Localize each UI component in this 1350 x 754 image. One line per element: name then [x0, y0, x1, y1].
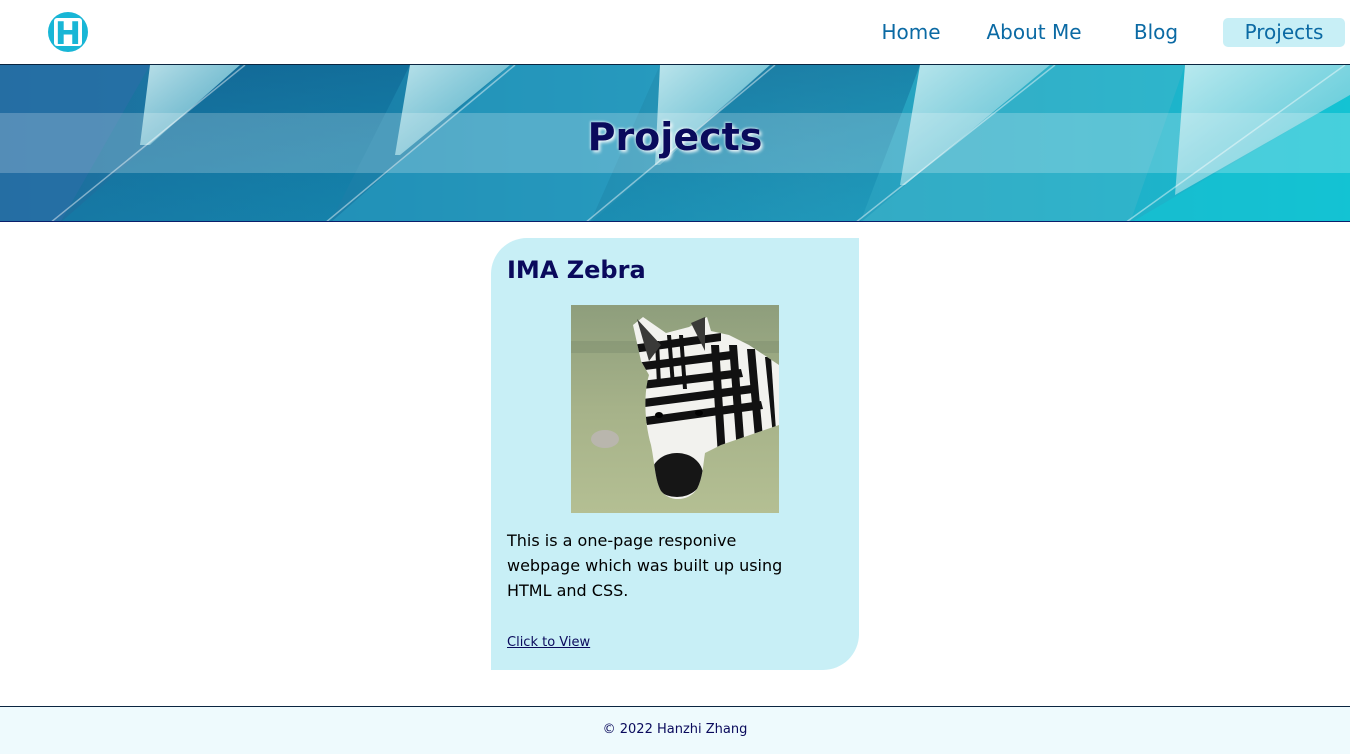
site-header: H Home About Me Blog Projects	[0, 0, 1350, 64]
zebra-image	[571, 305, 779, 513]
copyright-text: © 2022 Hanzhi Zhang	[602, 722, 748, 737]
main-nav: Home About Me Blog Projects	[0, 18, 1350, 48]
page-title: Projects	[587, 115, 763, 159]
nav-home[interactable]: Home	[871, 18, 951, 47]
page-banner: Projects	[0, 64, 1350, 222]
nav-projects[interactable]: Projects	[1223, 18, 1345, 47]
project-card: IMA Zebra This is a one-page responive w…	[491, 238, 859, 670]
site-footer: © 2022 Hanzhi Zhang	[0, 706, 1350, 754]
view-project-link[interactable]: Click to View	[507, 635, 590, 650]
project-title: IMA Zebra	[507, 256, 646, 284]
nav-about-me[interactable]: About Me	[979, 18, 1089, 47]
nav-blog[interactable]: Blog	[1119, 18, 1193, 47]
project-description: This is a one-page responive webpage whi…	[507, 531, 783, 600]
